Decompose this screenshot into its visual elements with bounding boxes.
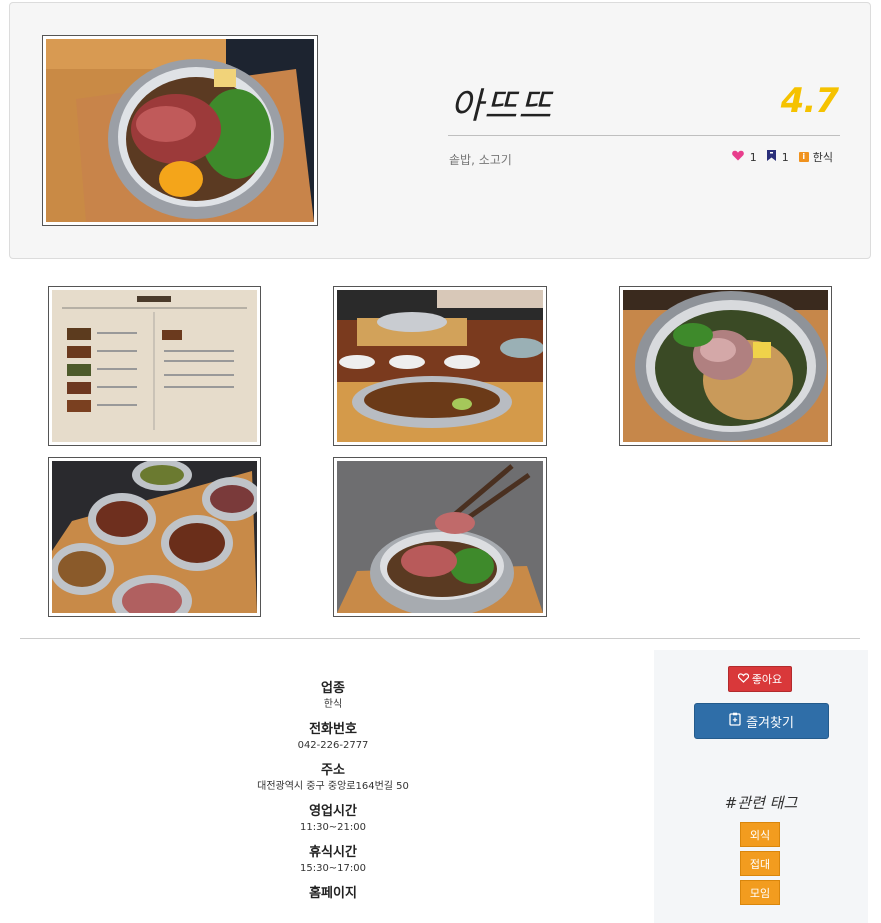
info-label-hours: 영업시간: [309, 804, 357, 819]
heart-outline-icon: [737, 672, 752, 686]
gallery-photo-menu[interactable]: [48, 286, 261, 446]
gallery-photo-table[interactable]: [333, 286, 547, 446]
restaurant-stats: 1 1 i 한식: [722, 149, 833, 165]
rating-score: 4.7: [780, 81, 839, 121]
category-badge: i 한식: [798, 149, 833, 165]
octopus-bowl-photo: [623, 290, 828, 442]
bibimbap-photo: [46, 39, 314, 222]
tag-chip[interactable]: 접대: [740, 851, 780, 876]
bowl-set-photo: [52, 461, 257, 613]
tag-chip[interactable]: 외식: [740, 822, 780, 847]
favorite-button-label: 즐겨찾기: [746, 715, 794, 731]
info-label-phone: 전화번호: [309, 722, 357, 737]
info-icon: i: [798, 152, 809, 162]
main-photo[interactable]: [42, 35, 318, 226]
bookmark-icon: [766, 150, 782, 164]
gallery-photo-chopsticks[interactable]: [333, 457, 547, 617]
restaurant-info: 업종 한식 전화번호 042-226-2777 주소 대전광역시 중구 중앙로1…: [20, 680, 646, 912]
info-label-category: 업종: [321, 681, 345, 696]
like-button[interactable]: 좋아요: [728, 666, 792, 692]
heart-icon: [731, 150, 750, 164]
category-value: 한식: [812, 151, 833, 164]
restaurant-header-card: 아뜨뜨 4.7 솥밥, 소고기 1 1 i 한식: [9, 2, 871, 259]
related-tags-title: #관련 태그: [724, 794, 798, 812]
info-value-phone[interactable]: 042-226-2777: [20, 739, 646, 753]
like-count: 1: [731, 150, 757, 164]
favorite-button[interactable]: 즐겨찾기: [694, 703, 829, 739]
bookmark-count: 1: [766, 150, 789, 164]
section-divider: [20, 638, 860, 639]
bookmark-count-value: 1: [781, 150, 789, 164]
info-value-category: 한식: [323, 699, 343, 710]
info-label-homepage: 홈페이지: [309, 886, 357, 901]
clipboard-icon: [729, 712, 746, 730]
menu-board-photo: [52, 290, 257, 442]
info-label-break: 휴식시간: [309, 845, 357, 860]
info-value-break: 15:30~17:00: [299, 863, 366, 874]
gallery-photo-octopus[interactable]: [619, 286, 832, 446]
restaurant-name: 아뜨뜨: [450, 86, 553, 127]
gallery-photo-set[interactable]: [48, 457, 261, 617]
action-side-panel: 좋아요 즐겨찾기 #관련 태그 외식 접대 모임: [654, 650, 868, 923]
menu-keywords: 솥밥, 소고기: [449, 153, 512, 167]
info-label-address: 주소: [321, 763, 345, 778]
restaurant-detail-page: 아뜨뜨 4.7 솥밥, 소고기 1 1 i 한식 업종 한식 전화번호 042-…: [0, 0, 881, 923]
tag-chip[interactable]: 모임: [740, 880, 780, 905]
table-setting-photo: [337, 290, 543, 442]
beef-chopsticks-photo: [337, 461, 543, 613]
title-divider: [448, 135, 840, 136]
info-value-hours: 11:30~21:00: [299, 822, 366, 833]
info-value-address: 대전광역시 중구 중앙로164번길 50: [257, 781, 409, 792]
like-count-value: 1: [749, 150, 757, 164]
like-button-label: 좋아요: [751, 673, 783, 686]
